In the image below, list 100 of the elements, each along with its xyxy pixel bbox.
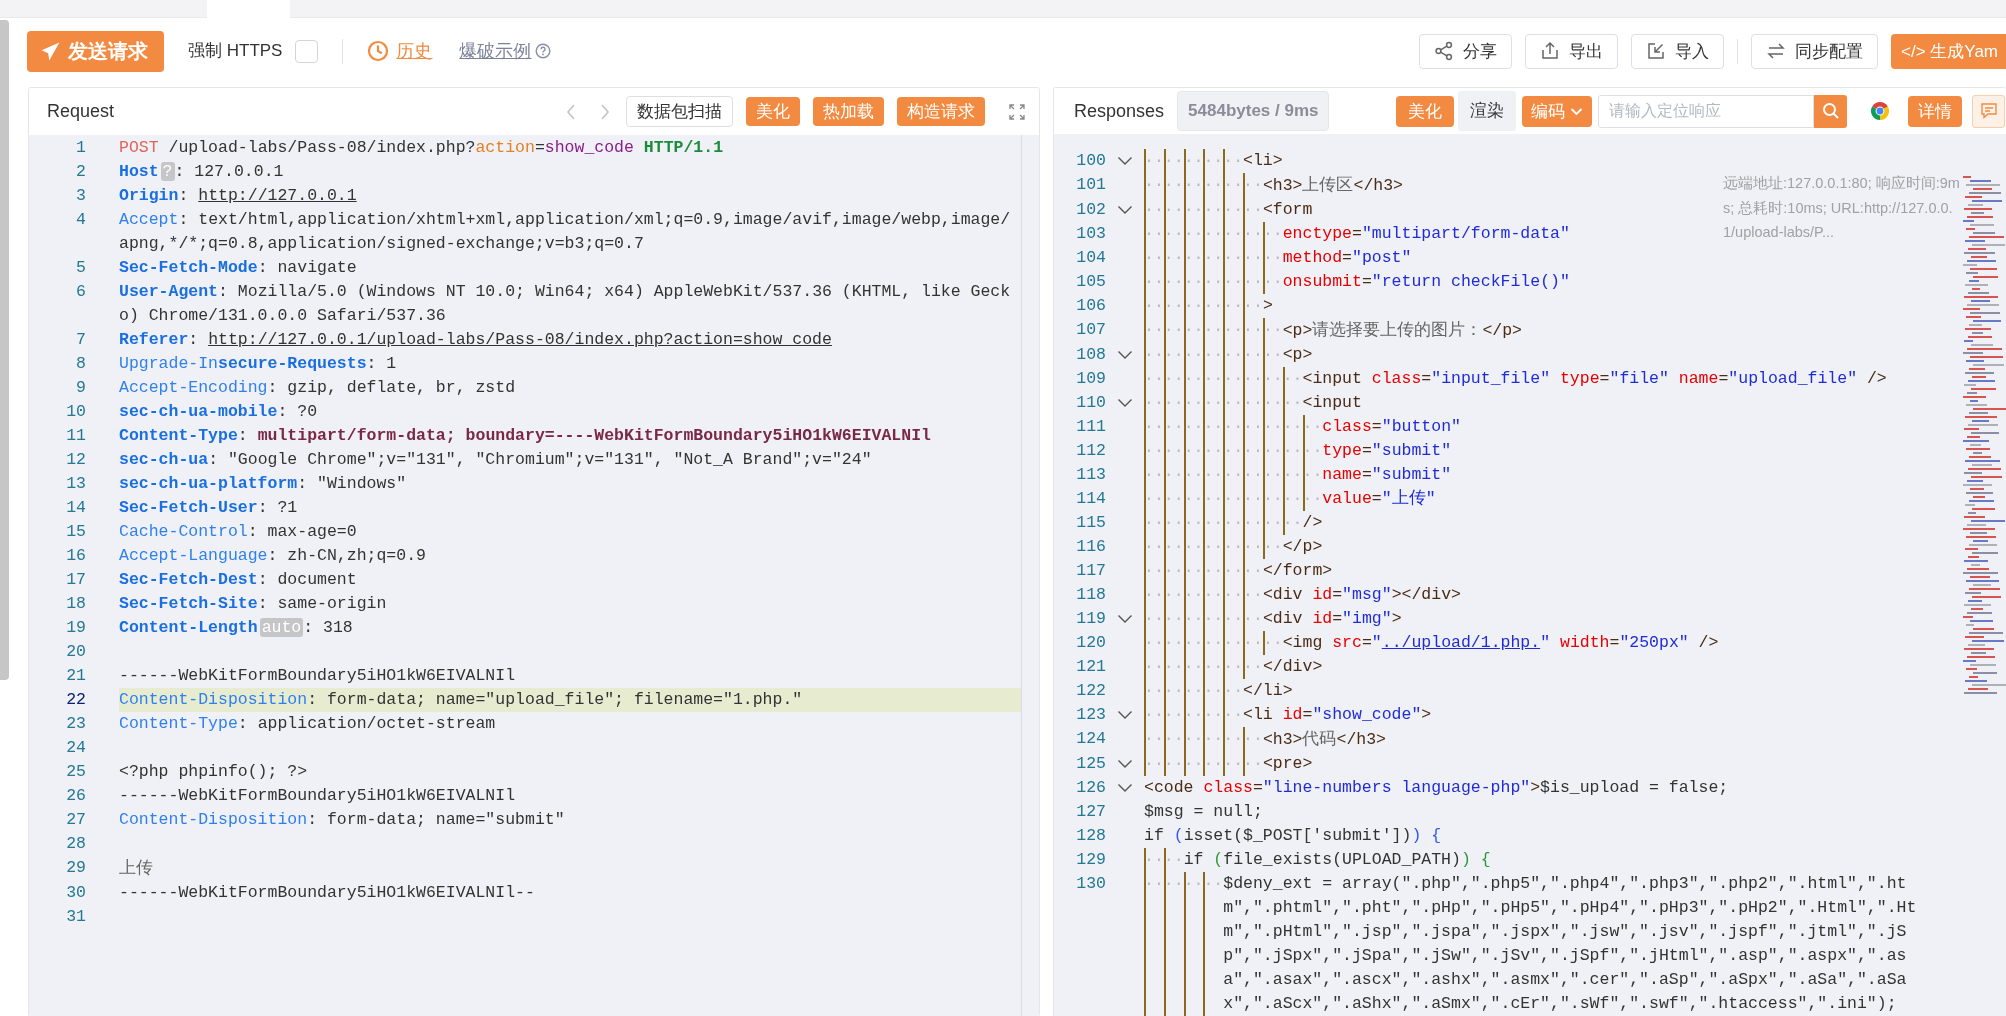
code-line: <?php phpinfo(); ?> [119,761,309,783]
line-number: 128 [1075,825,1106,847]
code-line: ············<div id="img"> [1144,607,1937,631]
line-number: 14 [65,497,86,519]
line-number: 129 [1075,849,1106,871]
toolbar-button[interactable]: 分享 [1419,33,1512,69]
toolbar-button[interactable]: 热加载 [813,97,884,126]
line-number: 6 [75,281,86,303]
toolbar-button[interactable]: 构造请求 [897,97,985,126]
line-number: 108 [1075,344,1106,366]
line-number: 20 [65,641,86,663]
line-number: 9 [75,377,86,399]
detail-button[interactable]: 详情 [1908,95,1963,127]
code-line: ················<input [1144,391,1937,415]
export-icon [1540,41,1560,61]
send-button[interactable]: 发送请求 [27,30,164,72]
code-line: Referer: http://127.0.0.1/upload-labs/Pass-08/index.php?action=show_code [119,329,833,351]
line-number: 15 [65,521,86,543]
example-link[interactable]: 爆破示例 [459,37,532,65]
view-tab[interactable]: 美化 [1396,95,1455,127]
code-line: sec-ch-ua-platform: "Windows" [119,473,408,495]
line-number: 24 [65,737,86,759]
expand-icon[interactable] [1009,103,1025,120]
code-line: Sec-Fetch-Site: same-origin [119,593,388,615]
code-line: ------WebKitFormBoundary5iHO1kW6EIVALNIl-- [119,882,536,904]
code-line: sec-ch-ua: "Google Chrome";v="131", "Chromium";v="131", "Not_A Brand";v="24" [119,449,873,471]
code-line: 上传 [119,857,154,879]
line-number: 126 [1075,777,1106,799]
checkbox-label: 强制 HTTPS [188,40,283,63]
code-line: $msg = null; [1144,801,1264,823]
line-number: 102 [1075,199,1106,221]
line-number: 1 [75,137,86,159]
code-line: ············<pre> [1144,752,1937,776]
toolbar-button[interactable]: 导入 [1631,33,1724,69]
code-line: if (isset($_POST['submit'])) { [1144,825,1443,847]
search-field[interactable]: 请输入定位响应 [1598,94,1815,128]
code-line: ··········</li> [1144,679,1937,703]
line-number: 105 [1075,271,1106,293]
scrollbar-thumb[interactable] [0,20,9,680]
line-number: 115 [1075,512,1106,534]
toolbar-button[interactable]: 同步配置 [1751,33,1878,69]
line-number: 106 [1075,295,1106,317]
line-number: 10 [65,401,86,423]
line-number: 12 [65,449,86,471]
line-number: 28 [65,833,86,855]
code-line: Accept: text/html,application/xhtml+xml,application/xml;q=0.9,image/avif,image/webp,image/apng,*/*;q=0.8,application/signed-exchange;v=b3;q=0.7 [119,209,1012,255]
line-number: 107 [1075,319,1106,341]
code-line: Accept-Encoding: gzip, deflate, br, zstd [119,377,517,399]
minimap-drawing[interactable] [1961,176,2006,696]
comment-icon [1980,102,1998,120]
line-number: 2 [75,161,86,183]
line-number: 101 [1075,174,1106,196]
code-line: ··············method="post" [1144,246,1937,270]
response-info: 远端地址:127.0.0.1:80; 响应时间:9ms; 总耗时:10ms; URL:http://127.0.0.1/upload-labs/P... [1723,174,1961,242]
browser-icon[interactable] [1870,101,1891,121]
line-number: 22 [65,689,86,711]
line-number: 30 [65,882,86,904]
help-icon[interactable] [535,43,552,59]
code-line: Cache-Control: max-age=0 [119,521,358,543]
generate-button[interactable]: </> 生成Yam [1891,33,2006,69]
line-number: 103 [1075,223,1106,245]
code-line: Sec-Fetch-Dest: document [119,569,358,591]
comment-button[interactable] [1972,94,2006,128]
checkbox[interactable] [295,39,319,63]
toolbar-button[interactable]: 美化 [746,97,800,126]
line-number: 120 [1075,632,1106,654]
code-line: ············> [1144,294,1937,318]
code-line: ------WebKitFormBoundary5iHO1kW6EIVALNIl [119,665,517,687]
code-line: Content-Type: application/octet-stream [119,713,497,735]
line-number: 31 [65,906,86,928]
line-number: 118 [1075,584,1106,606]
line-number: 11 [65,425,86,447]
line-number: 4 [75,209,86,231]
line-number: 114 [1075,488,1106,510]
code-line: ··················value="上传" [1144,487,1937,511]
caret-icon [1570,106,1584,116]
code-line: ············</div> [1144,655,1937,679]
line-number: 121 [1075,656,1106,678]
code-line: ··················type="submit" [1144,439,1937,463]
code-line: Sec-Fetch-User: ?1 [119,497,299,519]
view-tab[interactable]: 渲染 [1458,91,1517,131]
toolbar-button[interactable]: 数据包扫描 [626,96,733,127]
code-line: Upgrade-Insecure-Requests: 1 [119,353,398,375]
line-number: 7 [75,329,86,351]
line-number: 21 [65,665,86,687]
line-number: 5 [75,257,86,279]
line-number: 119 [1075,608,1106,630]
search-button[interactable] [1814,94,1848,128]
line-number: 100 [1075,150,1106,172]
code-line: Content-Type: multipart/form-data; boundary=----WebKitFormBoundary5iHO1kW6EIVALNIl [119,425,932,447]
panel-title: Responses [1074,99,1165,123]
line-number: 113 [1075,464,1106,486]
line-number: 25 [65,761,86,783]
line-number: 122 [1075,680,1106,702]
line-number: 19 [65,617,86,639]
toolbar-button[interactable]: 导出 [1525,33,1618,69]
encoding-dropdown[interactable]: 编码 [1522,95,1593,127]
line-number: 111 [1075,416,1106,438]
line-number: 23 [65,713,86,735]
share-icon [1434,41,1454,61]
